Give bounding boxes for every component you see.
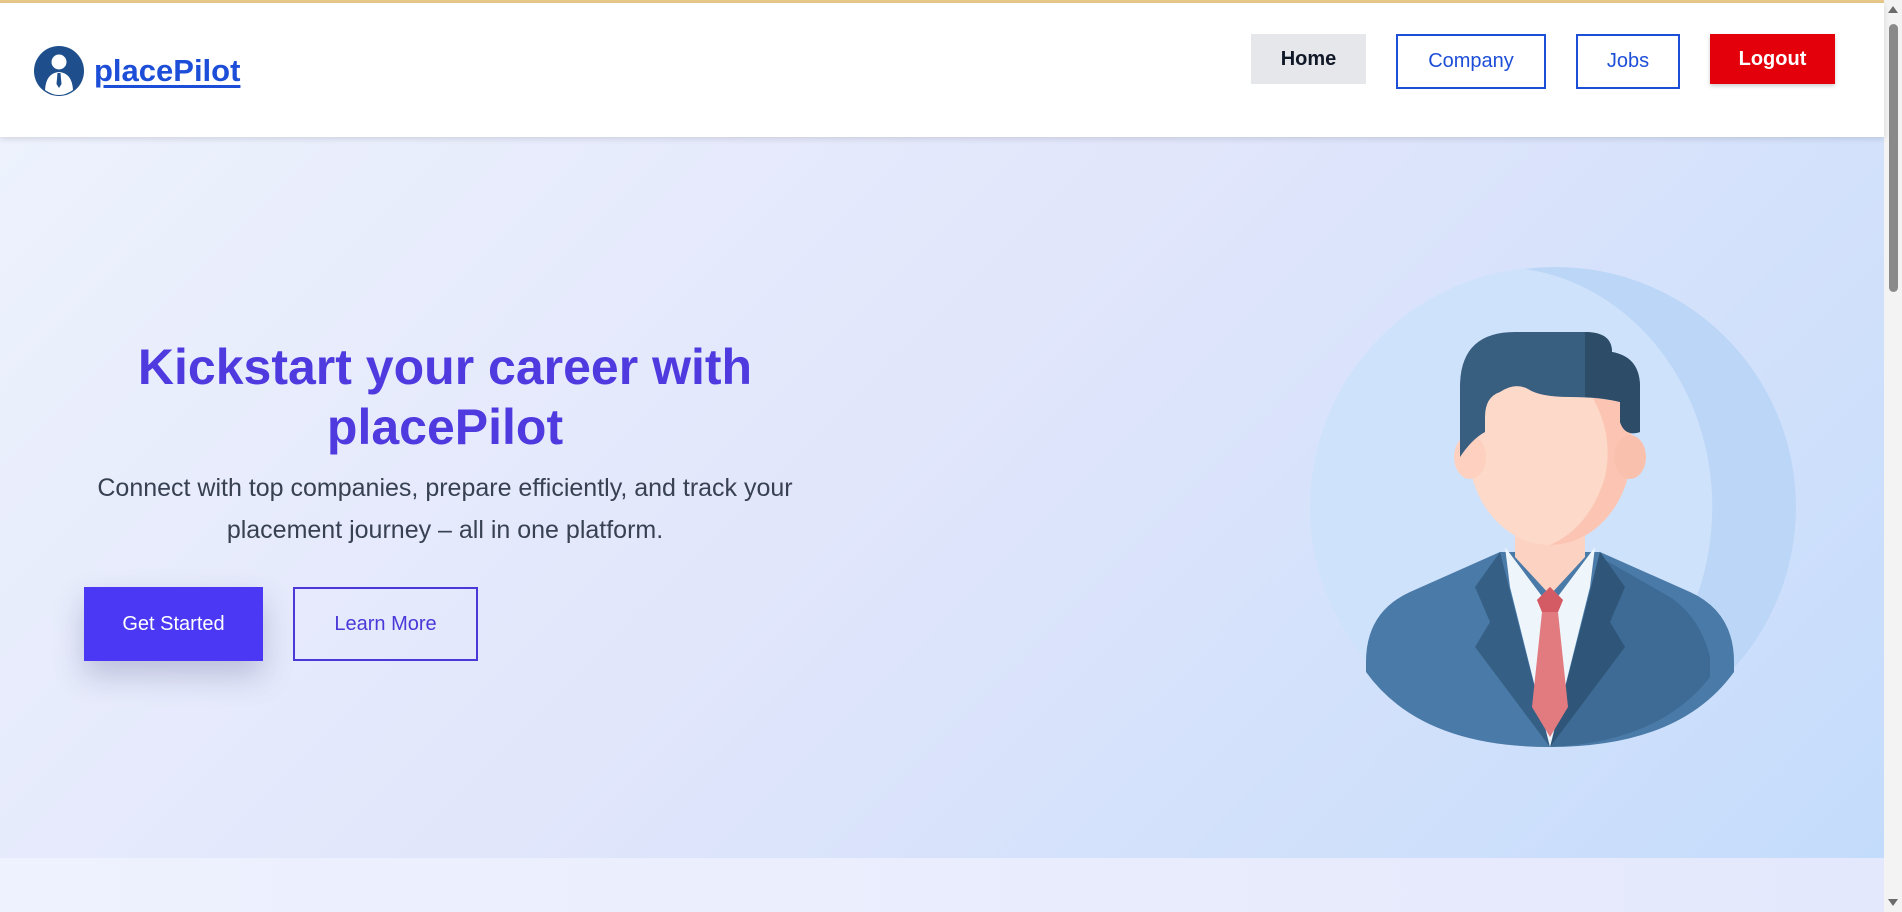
get-started-button[interactable]: Get Started <box>84 587 263 661</box>
brand-link[interactable]: placePilot <box>34 46 240 96</box>
businessman-avatar-icon <box>1310 267 1796 747</box>
hero-subtitle: Connect with top companies, prepare effi… <box>97 474 793 544</box>
scroll-down-icon[interactable] <box>1888 899 1898 906</box>
navbar: placePilot Home Company Jobs Logout <box>0 3 1884 137</box>
next-section <box>0 858 1884 912</box>
learn-more-button[interactable]: Learn More <box>293 587 478 661</box>
user-tie-icon <box>34 46 84 96</box>
brand-name: placePilot <box>94 53 241 88</box>
nav-home-button[interactable]: Home <box>1251 34 1366 84</box>
scrollbar-thumb[interactable] <box>1889 24 1898 292</box>
scroll-up-icon[interactable] <box>1888 6 1898 13</box>
nav-company-button[interactable]: Company <box>1396 34 1546 89</box>
vertical-scrollbar[interactable] <box>1884 0 1902 912</box>
logout-button[interactable]: Logout <box>1710 34 1835 84</box>
nav-jobs-button[interactable]: Jobs <box>1576 34 1680 89</box>
hero-section: Kickstart your career with placePilot Co… <box>0 137 1884 858</box>
hero-title: Kickstart your career with placePilot <box>137 339 753 455</box>
